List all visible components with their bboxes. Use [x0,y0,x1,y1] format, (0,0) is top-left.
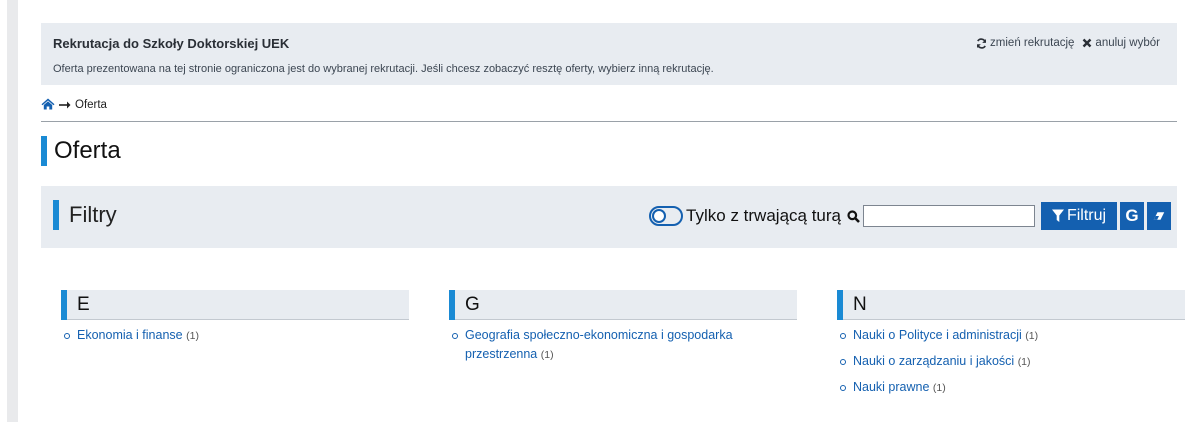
letter-label: E [77,293,90,315]
offer-list: Geografia społeczno-ekonomiczna i gospod… [449,326,797,365]
change-recruitment-label: zmień rekrutację [990,37,1075,49]
close-icon [1083,38,1092,48]
letter-accent-bar [449,289,455,320]
letter-group-g: G Geografia społeczno-ekonomiczna i gosp… [449,289,797,371]
letter-group-n: N Nauki o Polityce i administracji (1) N… [837,289,1185,404]
breadcrumb-current: Oferta [75,99,107,111]
offer-count: (1) [186,330,199,342]
g-button[interactable]: G [1120,202,1144,230]
offer-count: (1) [932,382,946,394]
letter-heading: N [837,289,1185,320]
refresh-icon [976,37,987,49]
eraser-icon [1153,212,1165,220]
offer-list: Nauki o Polityce i administracji (1) Nau… [837,326,1185,398]
offer-count: (1) [1017,356,1031,368]
letter-group-e: E Ekonomia i finanse (1) [61,289,409,352]
filter-heading-block: Filtry [53,200,117,230]
offer-link[interactable]: Nauki o zarządzaniu i jakości [853,354,1014,368]
filter-icon [1051,209,1064,222]
breadcrumb: Oferta [41,95,1177,122]
letter-heading: G [449,289,797,320]
letter-accent-bar [837,289,843,320]
offer-link[interactable]: Nauki prawne [853,380,929,394]
offer-link[interactable]: Nauki o Polityce i administracji [853,328,1022,342]
cancel-selection-label: anuluj wybór [1095,37,1160,49]
clear-filters-button[interactable] [1147,202,1171,230]
letter-label: N [853,293,867,315]
search-input[interactable] [863,205,1035,227]
filter-bar: Filtry Tylko z trwającą turą Filtruj G [41,186,1177,248]
list-item: Nauki o zarządzaniu i jakości (1) [837,352,1185,372]
filter-button[interactable]: Filtruj [1041,202,1117,230]
title-accent-bar [41,136,47,166]
change-recruitment-link[interactable]: zmień rekrutację [976,37,1074,49]
list-item: Ekonomia i finanse (1) [61,326,409,346]
toggle-knob [652,209,667,223]
filter-button-label: Filtruj [1066,207,1107,224]
active-round-toggle[interactable] [649,206,684,226]
active-round-label: Tylko z trwającą turą [686,206,841,225]
recruitment-title: Rekrutacja do Szkoły Doktorskiej UEK [53,36,290,51]
recruitment-banner: Rekrutacja do Szkoły Doktorskiej UEK Ofe… [41,23,1177,85]
filter-heading: Filtry [69,202,117,227]
letter-accent-bar [61,289,67,320]
page-title-block: Oferta [41,136,121,166]
recruitment-actions: zmień rekrutację anuluj wybór [976,37,1160,49]
offer-link[interactable]: Ekonomia i finanse [77,328,183,342]
list-item: Nauki prawne (1) [837,378,1185,398]
search-icon [847,209,860,223]
letter-label: G [465,293,480,315]
offer-list: Ekonomia i finanse (1) [61,326,409,346]
left-rail [7,0,18,422]
list-item: Geografia społeczno-ekonomiczna i gospod… [449,326,797,365]
list-item: Nauki o Polityce i administracji (1) [837,326,1185,346]
recruitment-note: Oferta prezentowana na tej stronie ogran… [53,63,714,75]
filter-controls: Tylko z trwającą turą Filtruj G [649,202,1171,230]
offer-count: (1) [1025,330,1039,342]
page-title: Oferta [54,137,121,164]
offer-count: (1) [540,349,554,361]
letter-heading: E [61,289,409,320]
cancel-selection-link[interactable]: anuluj wybór [1082,37,1160,49]
offer-link[interactable]: Geografia społeczno-ekonomiczna i gospod… [465,328,733,361]
arrow-right-icon [59,101,71,109]
filter-accent-bar [53,200,59,230]
home-icon [41,98,55,109]
home-link[interactable] [41,98,55,113]
